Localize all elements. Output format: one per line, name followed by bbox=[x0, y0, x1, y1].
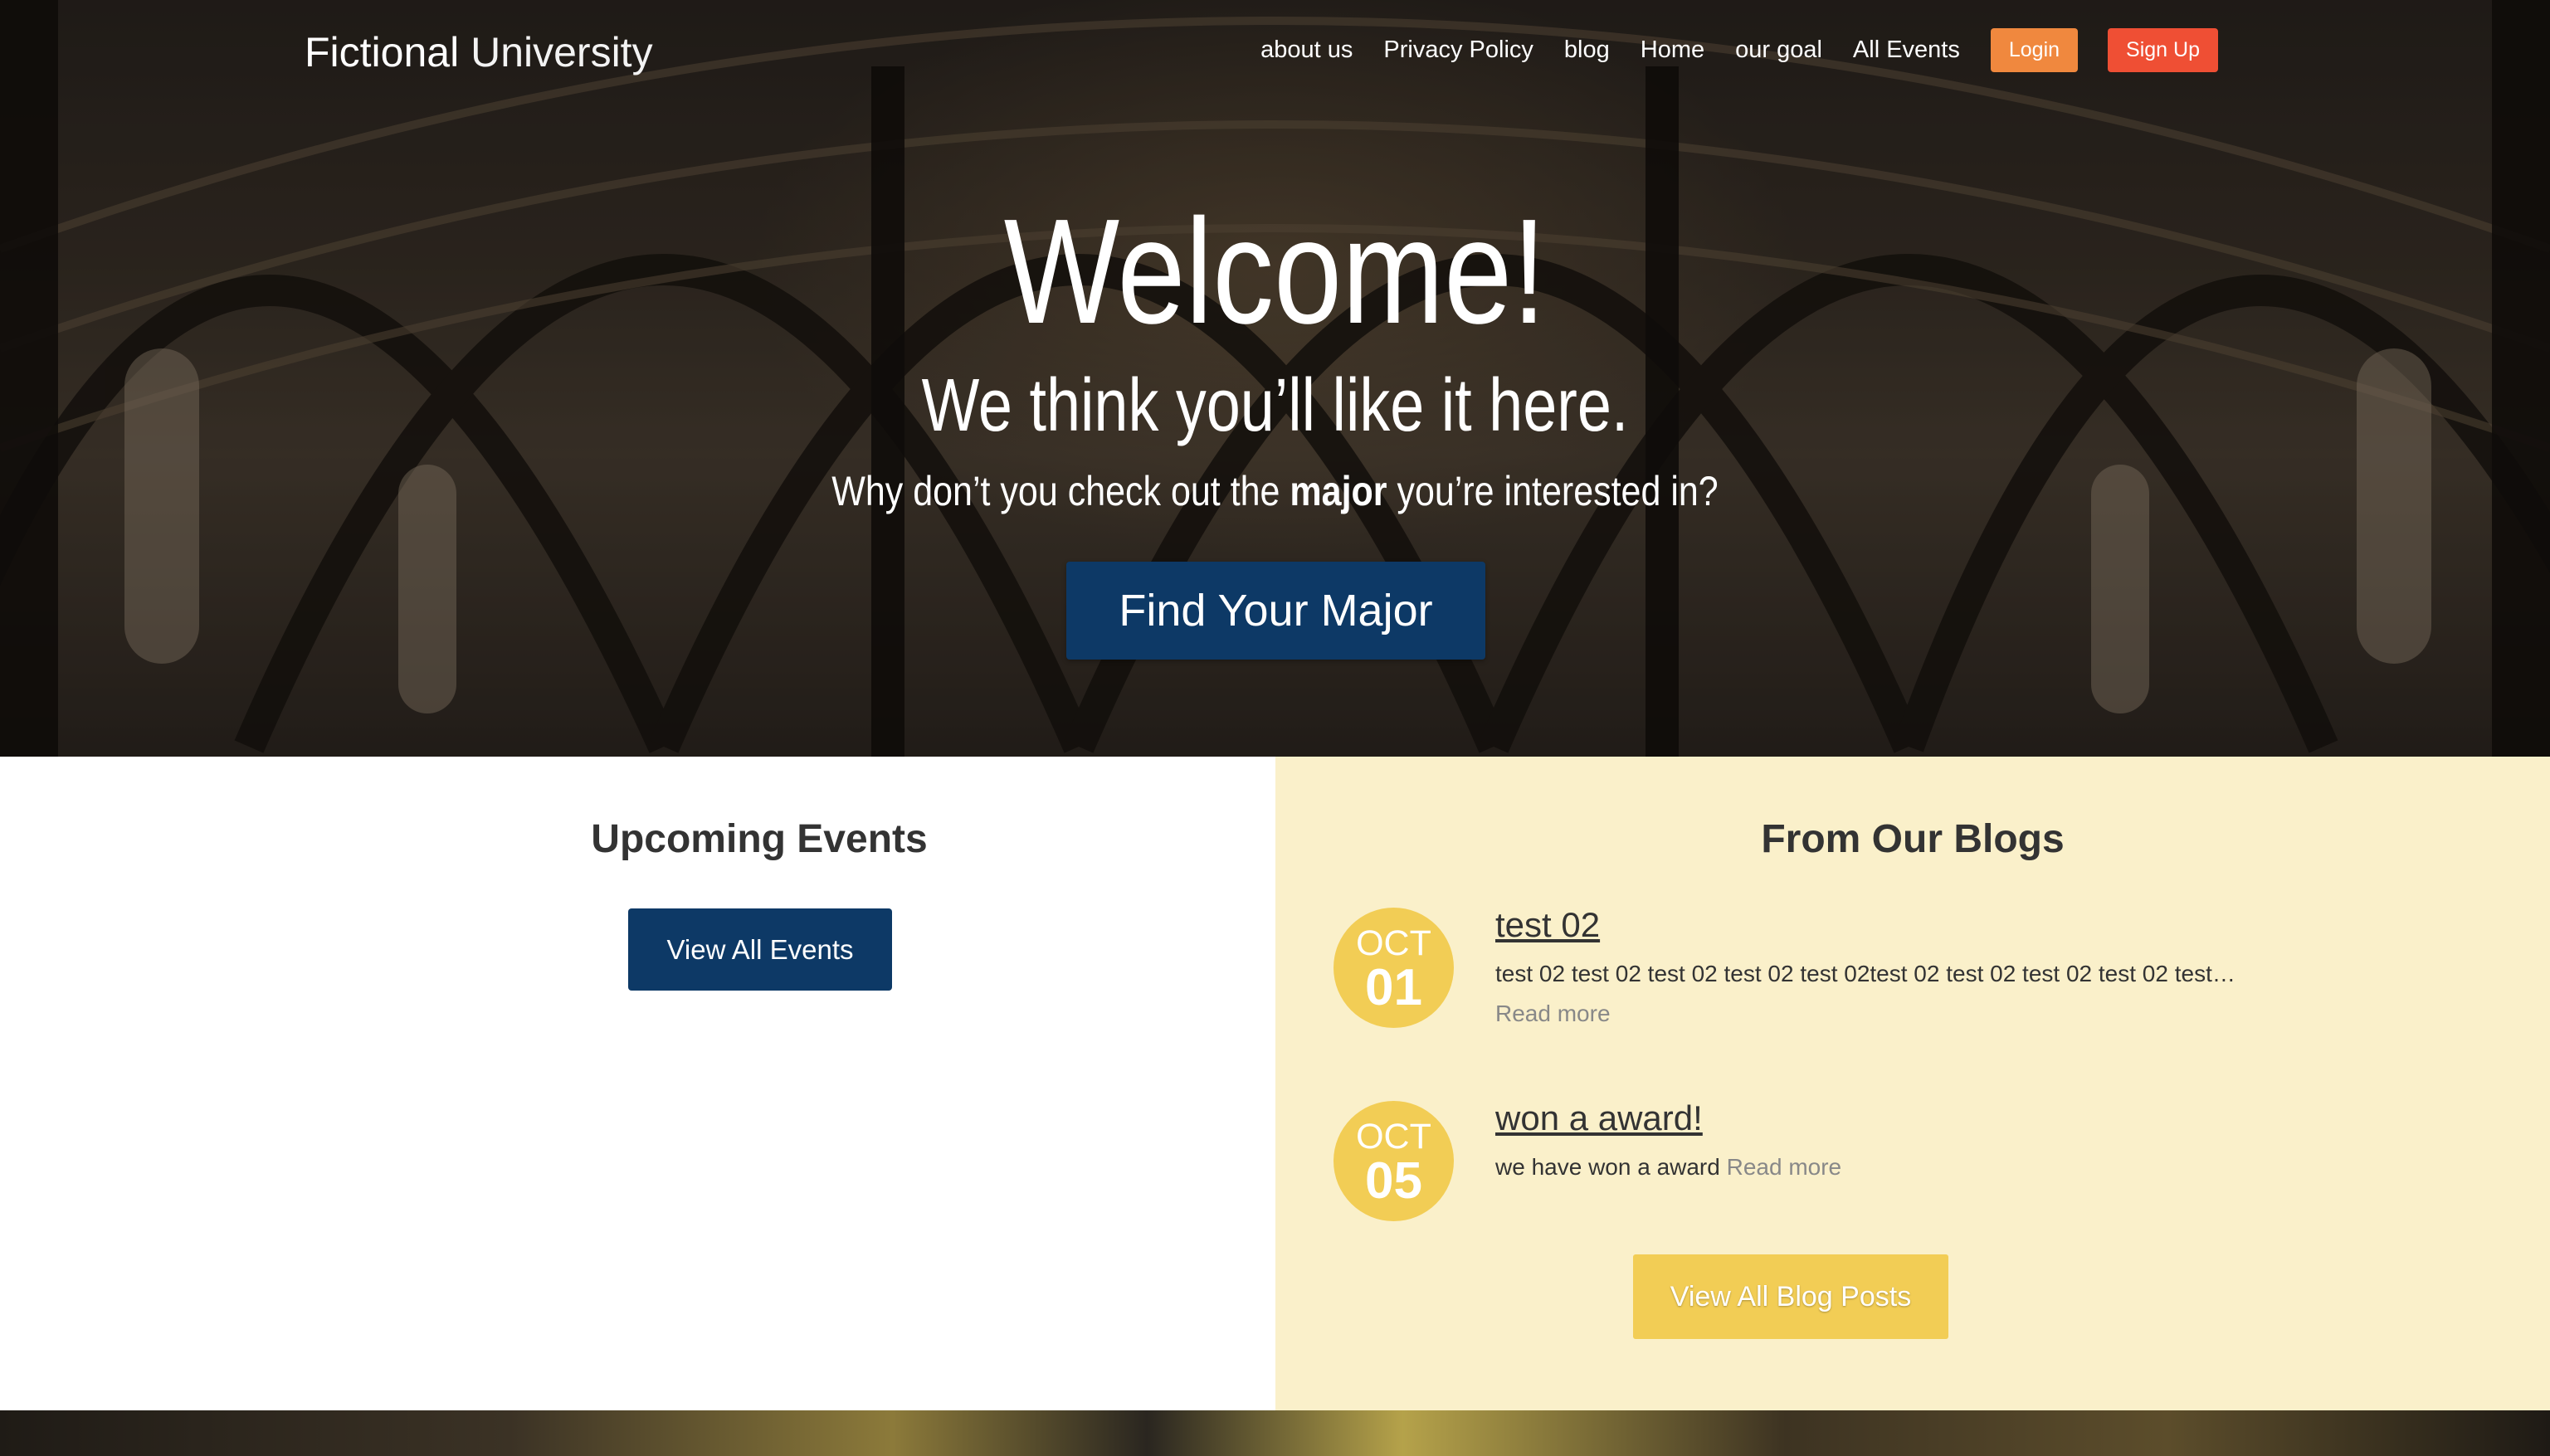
view-all-events-button[interactable]: View All Events bbox=[628, 908, 892, 991]
view-all-blog-posts-button[interactable]: View All Blog Posts bbox=[1633, 1254, 1948, 1339]
date-badge[interactable]: OCT 05 bbox=[1334, 1101, 1454, 1221]
blogs-title: From Our Blogs bbox=[1761, 817, 2065, 861]
blog-excerpt-text: test 02 test 02 test 02 test 02 test 02t… bbox=[1495, 961, 2236, 986]
nav-link-blog[interactable]: blog bbox=[1564, 37, 1610, 64]
read-more-link[interactable]: Read more bbox=[1495, 1001, 1611, 1026]
find-your-major-button[interactable]: Find Your Major bbox=[1066, 562, 1485, 660]
site-header: Fictional University about us Privacy Po… bbox=[0, 0, 2550, 108]
nav-link-about-us[interactable]: about us bbox=[1260, 37, 1353, 64]
hero-desc-before: Why don’t you check out the bbox=[831, 468, 1290, 514]
signup-button[interactable]: Sign Up bbox=[2108, 28, 2218, 72]
events-title: Upcoming Events bbox=[591, 817, 928, 861]
blog-post-excerpt: test 02 test 02 test 02 test 02 test 02t… bbox=[1495, 954, 2242, 1034]
blog-excerpt-text: we have won a award bbox=[1495, 1154, 1720, 1180]
site-logo[interactable]: Fictional University bbox=[305, 28, 653, 76]
hero-desc-after: you’re interested in? bbox=[1387, 468, 1719, 514]
read-more-link[interactable]: Read more bbox=[1727, 1154, 1842, 1180]
nav-link-home[interactable]: Home bbox=[1641, 37, 1704, 64]
date-month: OCT bbox=[1356, 923, 1431, 963]
nav-link-our-goal[interactable]: our goal bbox=[1735, 37, 1822, 64]
hero-subtitle: We think you’ll like it here. bbox=[921, 364, 1629, 447]
blog-post-title[interactable]: test 02 bbox=[1495, 908, 2242, 942]
logo-light: University bbox=[471, 29, 653, 75]
blog-post-title[interactable]: won a award! bbox=[1495, 1101, 2242, 1136]
blog-post: OCT 01 test 02 test 02 test 02 test 02 t… bbox=[1334, 908, 2246, 1040]
upcoming-events-section: Upcoming Events View All Events bbox=[0, 757, 1275, 1410]
main-nav: about us Privacy Policy blog Home our go… bbox=[1260, 28, 2218, 72]
login-button[interactable]: Login bbox=[1990, 28, 2079, 72]
blog-post: OCT 05 won a award! we have won a award … bbox=[1334, 1101, 2246, 1225]
hero-banner: Fictional University about us Privacy Po… bbox=[0, 0, 2550, 757]
blog-post-body: won a award! we have won a award Read mo… bbox=[1495, 1101, 2242, 1187]
hero-title: Welcome! bbox=[1003, 188, 1547, 355]
logo-bold: Fictional bbox=[305, 29, 460, 75]
nav-link-privacy-policy[interactable]: Privacy Policy bbox=[1383, 37, 1533, 64]
date-day: 01 bbox=[1365, 959, 1422, 1016]
bottom-image-strip bbox=[0, 1410, 2550, 1456]
hero-desc-bold: major bbox=[1290, 468, 1387, 514]
date-day: 05 bbox=[1365, 1152, 1422, 1210]
hero-description: Why don’t you check out the major you’re… bbox=[178, 470, 2372, 512]
date-month: OCT bbox=[1356, 1117, 1431, 1157]
nav-link-all-events[interactable]: All Events bbox=[1853, 37, 1960, 64]
date-badge[interactable]: OCT 01 bbox=[1334, 908, 1454, 1028]
blog-post-body: test 02 test 02 test 02 test 02 test 02 … bbox=[1495, 908, 2242, 1034]
blog-post-excerpt: we have won a award Read more bbox=[1495, 1147, 2242, 1187]
